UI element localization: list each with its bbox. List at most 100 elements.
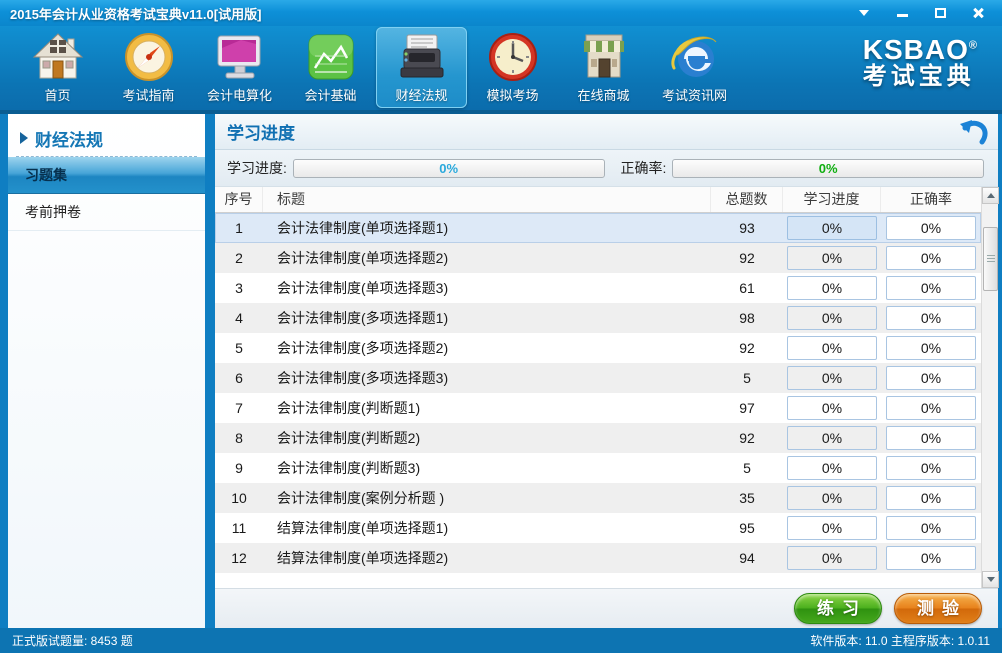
row-accuracy-cell: 0% [881, 546, 981, 570]
sidebar-item-pre-exam-papers[interactable]: 考前押卷 [8, 194, 205, 231]
home-icon [31, 30, 85, 84]
row-progress-value: 0% [787, 396, 877, 420]
row-total: 94 [711, 550, 783, 566]
scrollbar-down-button[interactable] [982, 571, 999, 588]
clock-icon [486, 30, 540, 84]
row-total: 5 [711, 460, 783, 476]
row-title: 会计法律制度(单项选择题2) [263, 248, 711, 268]
row-no: 4 [215, 310, 263, 326]
row-title: 会计法律制度(案例分析题 ) [263, 488, 711, 508]
minimize-button[interactable] [894, 6, 910, 20]
nav-item-label: 模拟考场 [486, 85, 538, 104]
row-title: 会计法律制度(单项选择题1) [263, 218, 711, 238]
row-no: 6 [215, 370, 263, 386]
compass-icon [122, 30, 176, 84]
nav-item-label: 考试资讯网 [662, 85, 727, 104]
row-accuracy-value: 0% [886, 336, 976, 360]
accuracy-label: 正确率: [621, 158, 667, 178]
main-nav: 首页 考试指南 会计电算化 [0, 26, 1002, 110]
maximize-button[interactable] [932, 6, 948, 20]
col-header-progress: 学习进度 [783, 187, 881, 212]
nav-item-exam-info-site[interactable]: 考试资讯网 [649, 27, 740, 108]
sidebar-item-label: 习题集 [25, 167, 67, 183]
row-accuracy-value: 0% [886, 306, 976, 330]
main-header: 学习进度 [215, 114, 998, 150]
table-row[interactable]: 1会计法律制度(单项选择题1)930%0% [215, 213, 981, 243]
scrollbar-thumb[interactable] [983, 227, 998, 291]
table-scrollbar[interactable] [981, 187, 998, 588]
row-accuracy-value: 0% [886, 396, 976, 420]
row-progress-cell: 0% [783, 276, 881, 300]
row-accuracy-cell: 0% [881, 306, 981, 330]
row-progress-value: 0% [787, 336, 877, 360]
nav-item-accounting-basics[interactable]: 会计基础 [285, 27, 376, 108]
nav-item-computerized-accounting[interactable]: 会计电算化 [194, 27, 285, 108]
table-row[interactable]: 5会计法律制度(多项选择题2)920%0% [215, 333, 981, 363]
table-row[interactable]: 9会计法律制度(判断题3)50%0% [215, 453, 981, 483]
progress-strip: 学习进度: 0% 正确率: 0% [215, 150, 998, 187]
table-row[interactable]: 10会计法律制度(案例分析题 )350%0% [215, 483, 981, 513]
close-button[interactable] [970, 6, 986, 20]
col-header-no: 序号 [215, 187, 263, 212]
nav-item-mock-exam[interactable]: 模拟考场 [467, 27, 558, 108]
row-accuracy-cell: 0% [881, 396, 981, 420]
table-row[interactable]: 7会计法律制度(判断题1)970%0% [215, 393, 981, 423]
action-footer: 练习 测验 [215, 588, 998, 628]
nav-item-label: 会计电算化 [207, 85, 272, 104]
logo-reg-mark: ® [969, 40, 978, 52]
back-arrow-icon[interactable] [958, 117, 988, 147]
nav-item-online-mall[interactable]: 在线商城 [558, 27, 649, 108]
skin-menu-button[interactable] [856, 6, 872, 20]
sidebar-item-exercise-sets[interactable]: 习题集 [8, 157, 205, 194]
row-accuracy-value: 0% [886, 216, 976, 240]
logo-subtext: 考试宝典 [863, 64, 978, 89]
table-header: 序号 标题 总题数 学习进度 正确率 [215, 187, 981, 213]
row-progress-cell: 0% [783, 456, 881, 480]
nav-item-label: 会计基础 [304, 85, 356, 104]
table-row[interactable]: 4会计法律制度(多项选择题1)980%0% [215, 303, 981, 333]
row-progress-value: 0% [787, 486, 877, 510]
row-progress-cell: 0% [783, 216, 881, 240]
main-panel: 学习进度 学习进度: 0% 正确率: 0% 序号 标题 [215, 114, 998, 628]
row-total: 61 [711, 280, 783, 296]
row-accuracy-value: 0% [886, 546, 976, 570]
computer-icon [213, 30, 267, 84]
page-title: 学习进度 [227, 119, 295, 144]
row-progress-value: 0% [787, 516, 877, 540]
table-row[interactable]: 12结算法律制度(单项选择题2)940%0% [215, 543, 981, 573]
nav-item-finance-regulations[interactable]: 财经法规 [376, 27, 467, 108]
table-row[interactable]: 3会计法律制度(单项选择题3)610%0% [215, 273, 981, 303]
ksbao-logo: KSBAO® 考试宝典 [863, 27, 992, 90]
row-accuracy-cell: 0% [881, 456, 981, 480]
row-no: 8 [215, 430, 263, 446]
window-controls [856, 6, 992, 20]
row-accuracy-value: 0% [886, 516, 976, 540]
row-total: 5 [711, 370, 783, 386]
ie-icon [668, 30, 722, 84]
row-title: 结算法律制度(单项选择题1) [263, 518, 711, 538]
maximize-icon [935, 8, 946, 18]
table-row[interactable]: 2会计法律制度(单项选择题2)920%0% [215, 243, 981, 273]
row-total: 93 [711, 220, 783, 236]
table-row[interactable]: 11结算法律制度(单项选择题1)950%0% [215, 513, 981, 543]
status-version-info: 软件版本: 11.0 主程序版本: 1.0.11 [810, 632, 990, 649]
row-title: 会计法律制度(判断题2) [263, 428, 711, 448]
scrollbar-up-button[interactable] [982, 187, 999, 204]
row-accuracy-value: 0% [886, 426, 976, 450]
row-progress-value: 0% [787, 426, 877, 450]
logo-text: KSBAO [863, 34, 969, 65]
minimize-icon [897, 14, 908, 17]
row-progress-cell: 0% [783, 546, 881, 570]
table-row[interactable]: 8会计法律制度(判断题2)920%0% [215, 423, 981, 453]
row-accuracy-value: 0% [886, 366, 976, 390]
table-row[interactable]: 6会计法律制度(多项选择题3)50%0% [215, 363, 981, 393]
practice-button[interactable]: 练习 [794, 593, 882, 624]
nav-item-exam-guide[interactable]: 考试指南 [103, 27, 194, 108]
row-title: 会计法律制度(判断题1) [263, 398, 711, 418]
printer-icon [395, 30, 449, 84]
close-icon [972, 7, 984, 19]
nav-item-home[interactable]: 首页 [12, 27, 103, 108]
progress-bar: 0% [293, 159, 605, 178]
sidebar-header: 财经法规 [16, 120, 197, 157]
test-button[interactable]: 测验 [894, 593, 982, 624]
